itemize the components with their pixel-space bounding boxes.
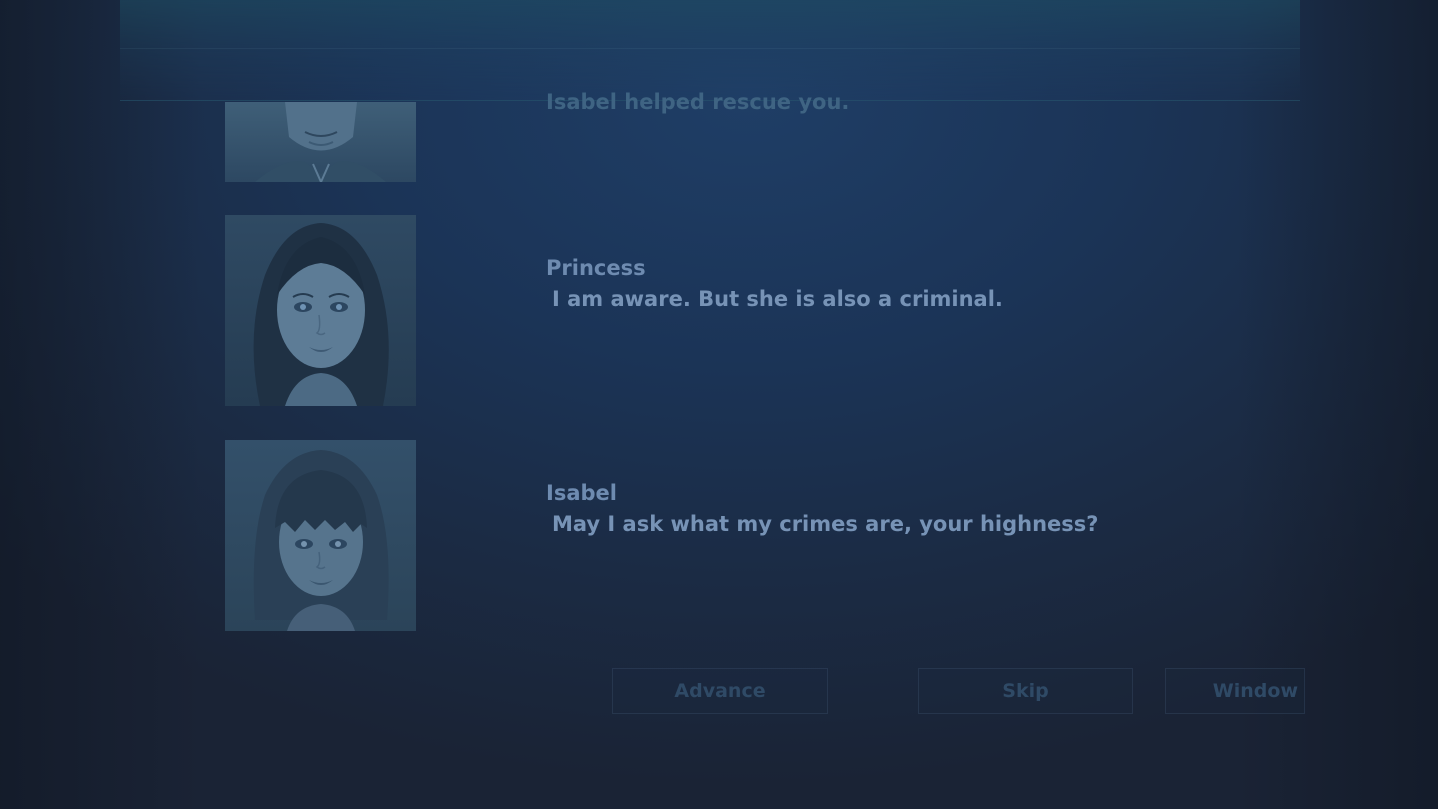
- speaker-name-princess: Princess: [546, 256, 646, 280]
- top-divider: [120, 48, 1300, 49]
- advance-button[interactable]: Advance: [612, 668, 828, 714]
- portrait-prince: [225, 102, 416, 182]
- portrait-princess: [225, 215, 416, 406]
- previous-dialogue-line: Isabel helped rescue you.: [546, 90, 850, 114]
- skip-button[interactable]: Skip: [918, 668, 1133, 714]
- portrait-isabel: [225, 440, 416, 631]
- top-banner: [120, 0, 1300, 101]
- window-button[interactable]: Window: [1165, 668, 1305, 714]
- speaker-name-isabel: Isabel: [546, 481, 617, 505]
- dialogue-line-princess: I am aware. But she is also a criminal.: [552, 287, 1003, 311]
- dialogue-line-isabel: May I ask what my crimes are, your highn…: [552, 512, 1099, 536]
